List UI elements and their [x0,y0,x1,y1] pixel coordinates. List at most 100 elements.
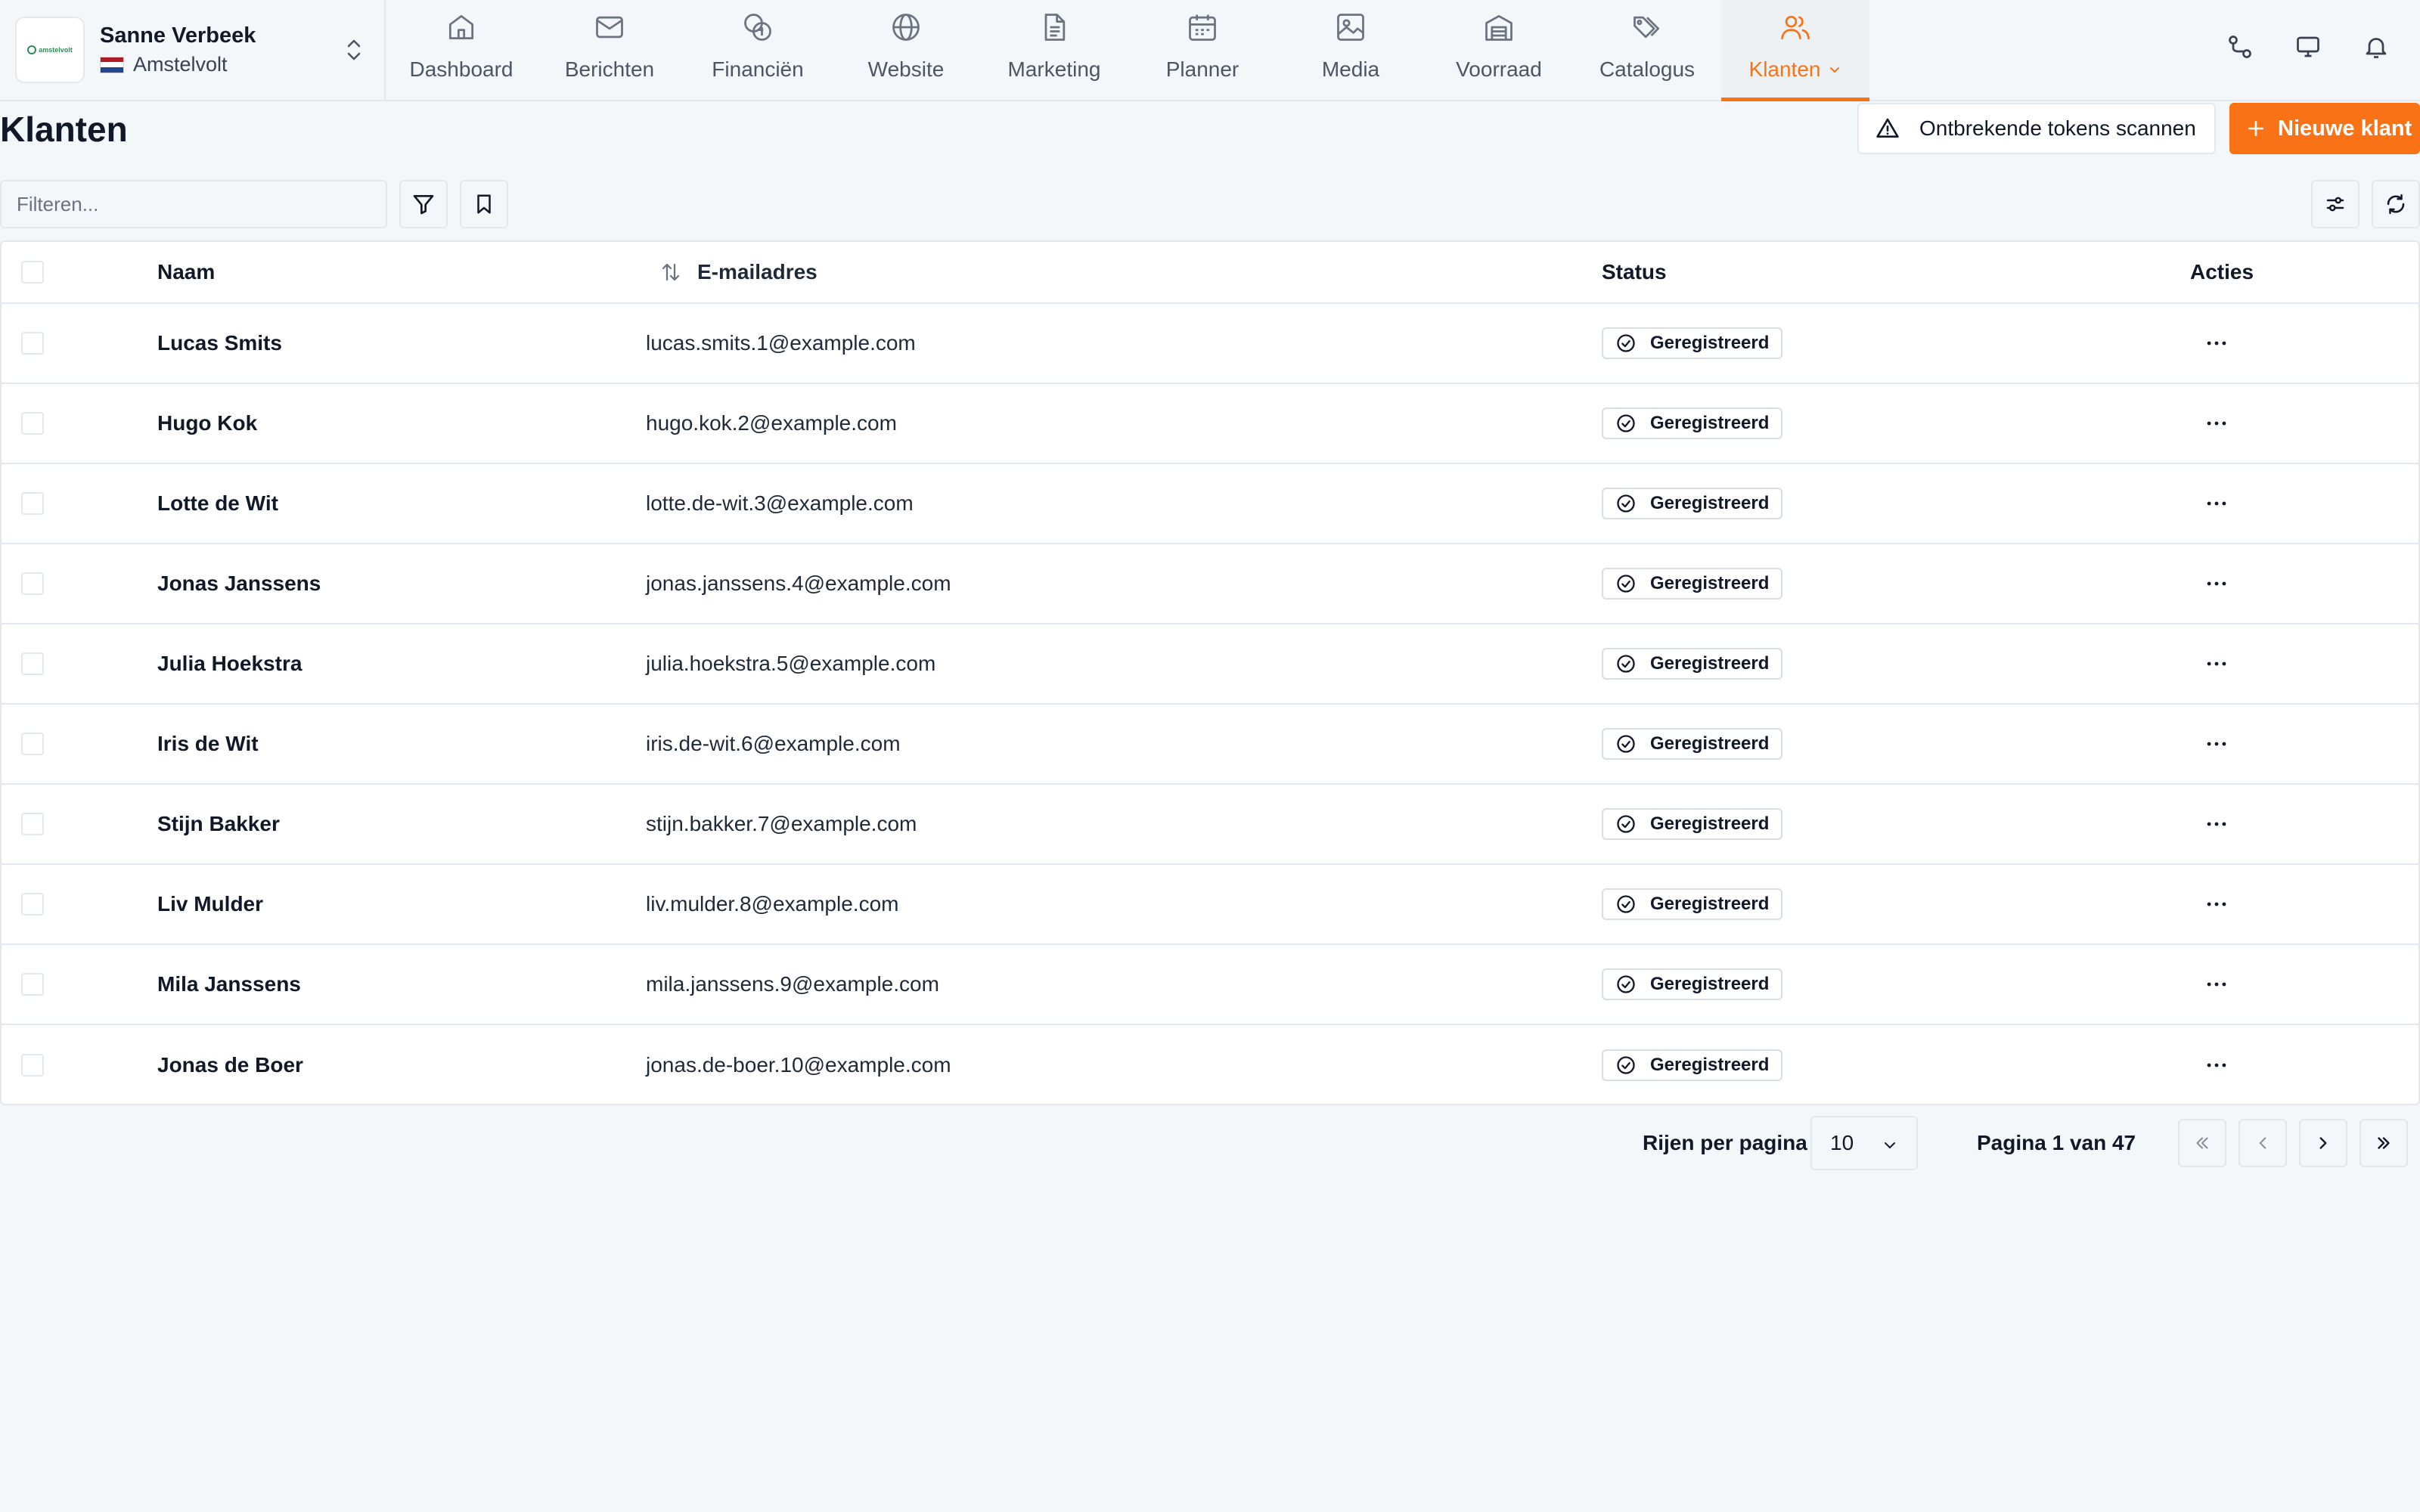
status-badge: Geregistreerd [1602,648,1783,680]
image-icon [1334,11,1367,44]
status-badge: Geregistreerd [1602,888,1783,920]
nav-marketing[interactable]: Marketing [980,0,1128,100]
more-actions-icon[interactable] [2204,411,2229,436]
row-checkbox[interactable] [21,412,44,435]
more-actions-icon[interactable] [2204,651,2229,677]
account-switcher[interactable]: amstelvolt Sanne Verbeek Amstelvolt [0,0,386,100]
next-page-button[interactable] [2299,1119,2347,1167]
bell-icon[interactable] [2363,33,2390,60]
customer-name[interactable]: Jonas Janssens [157,544,321,623]
more-actions-icon[interactable] [2204,1052,2229,1078]
row-checkbox[interactable] [21,893,44,916]
nav-website[interactable]: Website [832,0,980,100]
last-page-button[interactable] [2360,1119,2408,1167]
customer-email: lucas.smits.1@example.com [646,331,916,355]
customer-name[interactable]: Liv Mulder [157,865,263,943]
more-actions-icon[interactable] [2204,491,2229,516]
scan-tokens-button[interactable]: Ontbrekende tokens scannen [1857,103,2216,154]
top-actions [2226,33,2390,60]
check-circle-icon [1615,1055,1637,1076]
customer-email: hugo.kok.2@example.com [646,411,897,435]
table-row[interactable]: Jonas de Boer jonas.de-boer.10@example.co… [2,1025,2418,1105]
customer-name[interactable]: Jonas de Boer [157,1025,303,1105]
customer-name[interactable]: Julia Hoekstra [157,624,302,703]
table-row[interactable]: Iris de Wit iris.de-wit.6@example.com Gere… [2,705,2418,785]
customer-name[interactable]: Mila Janssens [157,945,301,1024]
nav-financien[interactable]: Financiën [684,0,832,100]
check-circle-icon [1615,333,1637,354]
more-actions-icon[interactable] [2204,571,2229,596]
nav-dashboard[interactable]: Dashboard [387,0,535,100]
previous-page-button[interactable] [2238,1119,2287,1167]
customer-email: julia.hoekstra.5@example.com [646,652,936,675]
nav-media[interactable]: Media [1277,0,1425,100]
filter-input[interactable] [0,180,387,228]
row-checkbox[interactable] [21,973,44,996]
column-header-name: Naam [157,260,216,284]
row-checkbox[interactable] [21,652,44,675]
filter-button[interactable] [399,180,448,228]
more-actions-icon[interactable] [2204,971,2229,997]
bookmark-button[interactable] [460,180,508,228]
new-customer-button[interactable]: Nieuwe klant [2229,103,2420,154]
customer-name[interactable]: Hugo Kok [157,384,257,463]
table-row[interactable]: Mila Janssens mila.janssens.9@example.com… [2,945,2418,1025]
chevrons-up-down-icon [343,36,365,64]
status-badge: Geregistreerd [1602,327,1783,359]
check-circle-icon [1615,894,1637,915]
home-icon [445,11,478,44]
customer-email: lotte.de-wit.3@example.com [646,491,914,515]
check-circle-icon [1615,733,1637,754]
nav-catalogus[interactable]: Catalogus [1573,0,1721,100]
nav-planner[interactable]: Planner [1128,0,1277,100]
row-checkbox[interactable] [21,813,44,835]
column-header-email[interactable]: E-mailadres [659,242,818,302]
workflow-icon[interactable] [2226,33,2254,60]
row-checkbox[interactable] [21,492,44,515]
check-circle-icon [1615,813,1637,835]
customer-name[interactable]: Lotte de Wit [157,464,278,543]
plus-icon [2246,119,2266,138]
more-actions-icon[interactable] [2204,891,2229,917]
customer-name[interactable]: Lucas Smits [157,304,282,383]
nav-berichten[interactable]: Berichten [535,0,684,100]
more-actions-icon[interactable] [2204,811,2229,837]
status-badge: Geregistreerd [1602,568,1783,600]
account-name: Sanne Verbeek [100,23,256,48]
refresh-button[interactable] [2372,180,2420,228]
users-icon [1779,11,1812,44]
status-badge: Geregistreerd [1602,808,1783,840]
page-info: Pagina 1 van 47 [1977,1131,2136,1154]
row-checkbox[interactable] [21,733,44,755]
table-row[interactable]: Lucas Smits lucas.smits.1@example.com Gere… [2,304,2418,384]
calendar-icon [1186,11,1219,44]
tags-icon [1630,11,1664,44]
table-row[interactable]: Hugo Kok hugo.kok.2@example.com Geregistre… [2,384,2418,464]
table-row[interactable]: Liv Mulder liv.mulder.8@example.com Geregi… [2,865,2418,945]
customer-email: iris.de-wit.6@example.com [646,732,901,755]
table-row[interactable]: Jonas Janssens jonas.janssens.4@example.c… [2,544,2418,624]
sort-icon[interactable] [659,261,682,284]
more-actions-icon[interactable] [2204,330,2229,356]
table-header: Naam E-mailadres Status Acties [2,242,2418,304]
bookmark-icon [473,193,495,215]
row-checkbox[interactable] [21,332,44,355]
customer-email: jonas.janssens.4@example.com [646,572,951,595]
nav-voorraad[interactable]: Voorraad [1425,0,1573,100]
row-checkbox[interactable] [21,1054,44,1077]
table-row[interactable]: Lotte de Wit lotte.de-wit.3@example.com Ge… [2,464,2418,544]
more-actions-icon[interactable] [2204,731,2229,757]
page-title: Klanten [0,110,128,149]
rows-per-page-select[interactable]: 10 [1810,1116,1918,1170]
row-checkbox[interactable] [21,572,44,595]
nav-klanten[interactable]: Klanten [1721,0,1869,101]
customer-name[interactable]: Iris de Wit [157,705,259,783]
monitor-icon[interactable] [2294,33,2322,60]
warning-icon [1876,116,1900,141]
table-row[interactable]: Stijn Bakker stijn.bakker.7@example.com Ge… [2,785,2418,865]
table-row[interactable]: Julia Hoekstra julia.hoekstra.5@example.c… [2,624,2418,705]
select-all-checkbox[interactable] [21,261,44,284]
first-page-button[interactable] [2178,1119,2226,1167]
columns-settings-button[interactable] [2311,180,2360,228]
customer-name[interactable]: Stijn Bakker [157,785,280,863]
